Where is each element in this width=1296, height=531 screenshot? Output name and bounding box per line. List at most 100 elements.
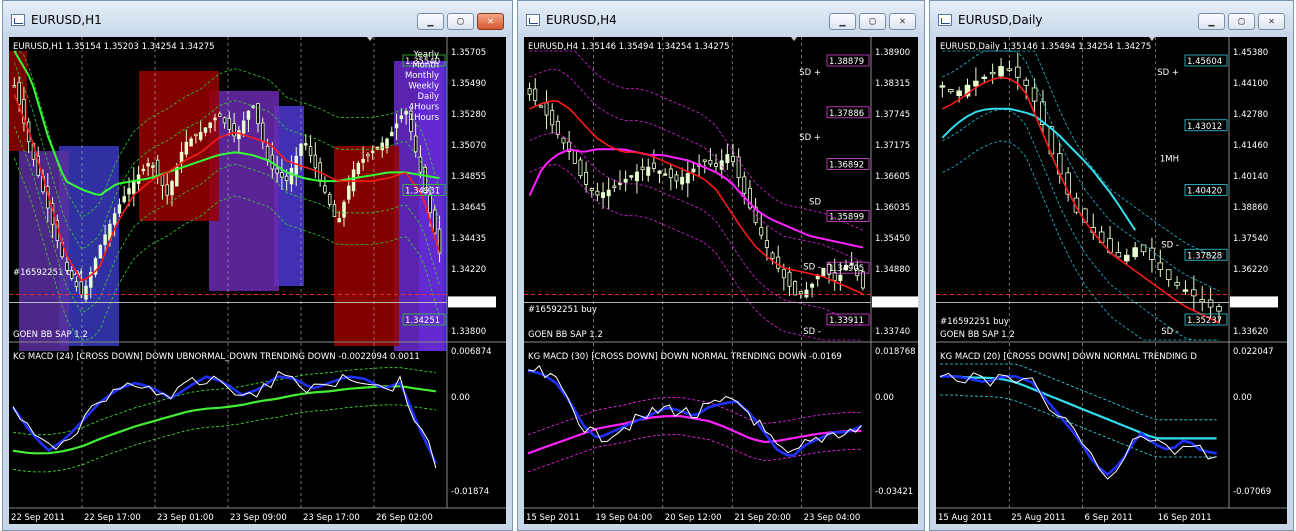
candle	[194, 133, 198, 137]
chart-svg[interactable]: EURUSD,Daily 1.35146 1.35494 1.34254 1.3…	[936, 37, 1287, 524]
price-tick-label: 1.34855	[451, 172, 486, 182]
macd-header: KG MACD (30) [CROSS DOWN] DOWN NORMAL TR…	[528, 352, 842, 362]
candle	[793, 281, 798, 296]
chart-area[interactable]: EURUSD,H4 1.35146 1.35494 1.34254 1.3427…	[524, 37, 918, 524]
candle	[714, 163, 719, 167]
chart-svg[interactable]: EURUSD,H1 1.35154 1.35203 1.34254 1.3427…	[9, 37, 506, 524]
maximize-button[interactable]: ▢	[1228, 13, 1255, 30]
candle	[1157, 262, 1164, 270]
close-button[interactable]: ✕	[477, 13, 504, 30]
candle	[601, 192, 606, 199]
candle	[1115, 252, 1122, 258]
level-tag-label: 1.45604	[1187, 57, 1222, 67]
macd-tick-label: 0.00	[1233, 393, 1252, 403]
chart-window-icon	[938, 14, 952, 26]
candle	[141, 168, 146, 172]
price-tick-label: 1.34435	[451, 234, 486, 244]
window-titlebar[interactable]: EURUSD,Daily ▁ ▢ ✕	[930, 1, 1293, 35]
candle	[787, 271, 792, 287]
candle	[433, 209, 437, 234]
candle	[323, 185, 327, 193]
candle	[198, 132, 203, 140]
current-price-label: 1.34275	[451, 298, 486, 308]
candle	[404, 110, 408, 115]
close-button[interactable]: ✕	[889, 13, 916, 30]
candle	[69, 270, 74, 279]
candle	[361, 158, 365, 163]
chart-area[interactable]: EURUSD,H1 1.35154 1.35203 1.34254 1.3427…	[9, 37, 506, 524]
candle	[413, 135, 418, 153]
right-side-label: SD +	[799, 133, 821, 143]
candle	[776, 256, 781, 269]
minimize-button[interactable]: ▁	[829, 13, 856, 30]
minimize-button[interactable]: ▁	[1198, 13, 1225, 30]
candle	[356, 162, 361, 175]
candle	[640, 166, 645, 171]
chart-window-icon	[11, 14, 25, 26]
order-label: #16592251 buy	[528, 305, 597, 315]
price-tick-label: 1.37745	[875, 110, 910, 120]
chart-window-h1[interactable]: EURUSD,H1 ▁ ▢ ✕ EURUSD,H1 1.35154 1.3520…	[2, 0, 513, 531]
price-zone	[139, 71, 219, 221]
candle	[289, 167, 294, 185]
candle	[663, 173, 668, 176]
window-title: EURUSD,H4	[546, 13, 617, 27]
price-tick-label: 1.35070	[451, 141, 486, 151]
candle	[155, 159, 160, 177]
candle	[246, 110, 251, 120]
macd-tick-label: -0.07069	[1233, 487, 1271, 497]
window-titlebar[interactable]: EURUSD,H1 ▁ ▢ ✕	[3, 1, 512, 35]
candle	[160, 174, 165, 186]
time-tick-label: 25 Aug 2011	[1011, 513, 1065, 523]
price-tick-label: 1.41460	[1233, 141, 1268, 151]
minimize-button[interactable]: ▁	[417, 13, 444, 30]
price-tick-label: 1.40140	[1233, 172, 1268, 182]
level-tag-label: 1.35237	[1187, 316, 1222, 326]
macd-tick-label: -0.01874	[451, 487, 489, 497]
candle	[781, 268, 786, 279]
chart-header: EURUSD,Daily 1.35146 1.35494 1.34254 1.3…	[940, 42, 1151, 52]
maximize-button[interactable]: ▢	[859, 13, 886, 30]
candle	[674, 174, 679, 182]
candle	[685, 173, 690, 184]
window-titlebar[interactable]: EURUSD,H4 ▁ ▢ ✕	[518, 1, 924, 35]
candle	[232, 123, 236, 137]
right-side-label: 1Hours	[409, 113, 440, 123]
time-tick-label: 20 Sep 12:00	[665, 513, 722, 523]
price-tick-label: 1.35280	[451, 110, 486, 120]
candle	[127, 188, 131, 195]
level-tag-label: 1.36892	[829, 161, 864, 171]
chart-area[interactable]: EURUSD,Daily 1.35146 1.35494 1.34254 1.3…	[936, 37, 1287, 524]
chart-window-daily[interactable]: EURUSD,Daily ▁ ▢ ✕ EURUSD,Daily 1.35146 …	[929, 0, 1294, 531]
right-side-label: Daily	[417, 92, 439, 102]
close-button[interactable]: ✕	[1258, 13, 1285, 30]
chart-header: EURUSD,H4 1.35146 1.35494 1.34254 1.3427…	[528, 42, 730, 52]
candle	[555, 120, 560, 135]
candle	[165, 184, 169, 196]
window-title: EURUSD,H1	[31, 13, 102, 27]
time-tick-label: 22 Sep 17:00	[84, 513, 141, 523]
candle	[1191, 289, 1197, 297]
macd-tick-label: 0.006874	[451, 347, 492, 357]
candle	[399, 115, 404, 120]
time-tick-label: 6 Sep 2011	[1085, 513, 1133, 523]
candle	[810, 283, 815, 288]
chart-svg[interactable]: EURUSD,H4 1.35146 1.35494 1.34254 1.3427…	[524, 37, 918, 524]
level-tag-label: 1.37886	[829, 109, 864, 119]
macd-tick-label: 0.018768	[875, 347, 916, 357]
candle	[973, 80, 979, 87]
maximize-button[interactable]: ▢	[447, 13, 474, 30]
candle	[1140, 244, 1147, 253]
candle	[1023, 79, 1029, 86]
candle	[84, 285, 88, 300]
candle	[646, 166, 651, 176]
right-side-label: Month	[412, 61, 439, 71]
price-tick-label: 1.35705	[451, 48, 486, 58]
candle	[708, 159, 713, 165]
macd-header: KG MACD (20) [CROSS DOWN] DOWN NORMAL TR…	[940, 352, 1197, 362]
indicator-name: GOEN BB SAP 1.2	[13, 330, 88, 340]
level-tag-label: 1.34905	[829, 264, 864, 274]
chart-window-h4[interactable]: EURUSD,H4 ▁ ▢ ✕ EURUSD,H4 1.35146 1.3549…	[517, 0, 925, 531]
candle	[313, 154, 318, 169]
level-tag-label: 1.35899	[829, 212, 864, 222]
